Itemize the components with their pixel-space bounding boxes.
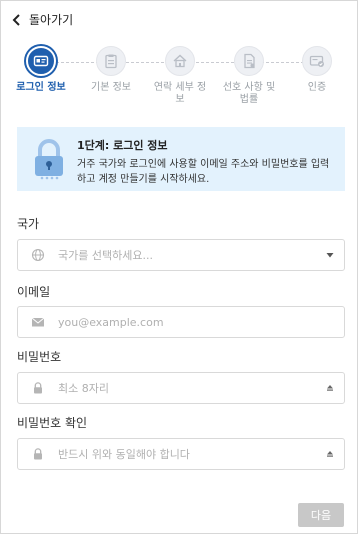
chevron-left-icon (12, 13, 20, 26)
verified-card-icon (309, 55, 324, 67)
info-description: 거주 국가와 로그인에 사용할 이메일 주소와 비밀번호를 입력하고 계정 만들… (77, 159, 330, 185)
country-select[interactable]: 국가를 선택하세요... (17, 239, 345, 271)
password-confirm-placeholder: 반드시 위와 동일해야 합니다 (58, 448, 190, 461)
country-label: 국가 (17, 217, 40, 231)
step-label: 기본 정보 (91, 82, 131, 93)
document-icon (244, 53, 255, 69)
password-label: 비밀번호 (17, 350, 62, 364)
info-title: 1단계: 로그인 정보 (77, 139, 168, 152)
envelope-icon (18, 315, 58, 329)
id-card-icon (33, 55, 49, 67)
step-preferences-legal[interactable]: 선호 사항 및 법률 (217, 46, 281, 106)
password-placeholder: 최소 8자리 (58, 382, 109, 395)
password-confirm-label: 비밀번호 확인 (17, 416, 88, 430)
home-icon (173, 54, 187, 68)
back-label: 돌아가기 (29, 13, 74, 27)
password-key-icon[interactable] (316, 449, 344, 459)
lock-icon (18, 447, 58, 461)
padlock-illustration-icon (35, 139, 63, 180)
step-label: 로그인 정보 (16, 82, 66, 93)
step-circle (165, 46, 195, 76)
country-placeholder: 국가를 선택하세요... (58, 249, 153, 262)
step-contact-details[interactable]: 연락 세부 정 보 (148, 46, 212, 106)
email-placeholder: you@example.com (58, 315, 164, 329)
step-label: 인증 (307, 82, 327, 93)
step-label: 연락 세부 정 보 (153, 82, 207, 105)
email-label: 이메일 (17, 285, 51, 299)
step-label: 선호 사항 및 법률 (222, 82, 276, 105)
password-confirm-field[interactable]: 반드시 위와 동일해야 합니다 (17, 438, 345, 470)
step-basic-info[interactable]: 기본 정보 (79, 46, 143, 94)
step-verification[interactable]: 인증 (285, 46, 349, 94)
step-circle (96, 46, 126, 76)
signup-panel: 돌아가기 로그인 정보 기본 정보 연락 세부 정 보 선호 사항 및 법률 인… (0, 0, 358, 534)
step-login-info[interactable]: 로그인 정보 (9, 46, 73, 94)
back-link[interactable]: 돌아가기 (11, 11, 73, 28)
lock-icon (18, 381, 58, 395)
clipboard-icon (105, 54, 117, 69)
step-circle (234, 46, 264, 76)
info-text: 1단계: 로그인 정보 거주 국가와 로그인에 사용할 이메일 주소와 비밀번호… (77, 137, 335, 185)
next-button[interactable]: 다음 (298, 503, 344, 527)
dropdown-arrow-icon[interactable] (316, 250, 344, 260)
step-indicator: 로그인 정보 기본 정보 연락 세부 정 보 선호 사항 및 법률 인증 (15, 46, 345, 106)
globe-icon (18, 248, 58, 262)
step-info-banner: 1단계: 로그인 정보 거주 국가와 로그인에 사용할 이메일 주소와 비밀번호… (17, 127, 345, 191)
step-circle (302, 46, 332, 76)
email-field[interactable]: you@example.com (17, 306, 345, 338)
password-key-icon[interactable] (316, 383, 344, 393)
password-field[interactable]: 최소 8자리 (17, 372, 345, 404)
step-circle (26, 46, 56, 76)
